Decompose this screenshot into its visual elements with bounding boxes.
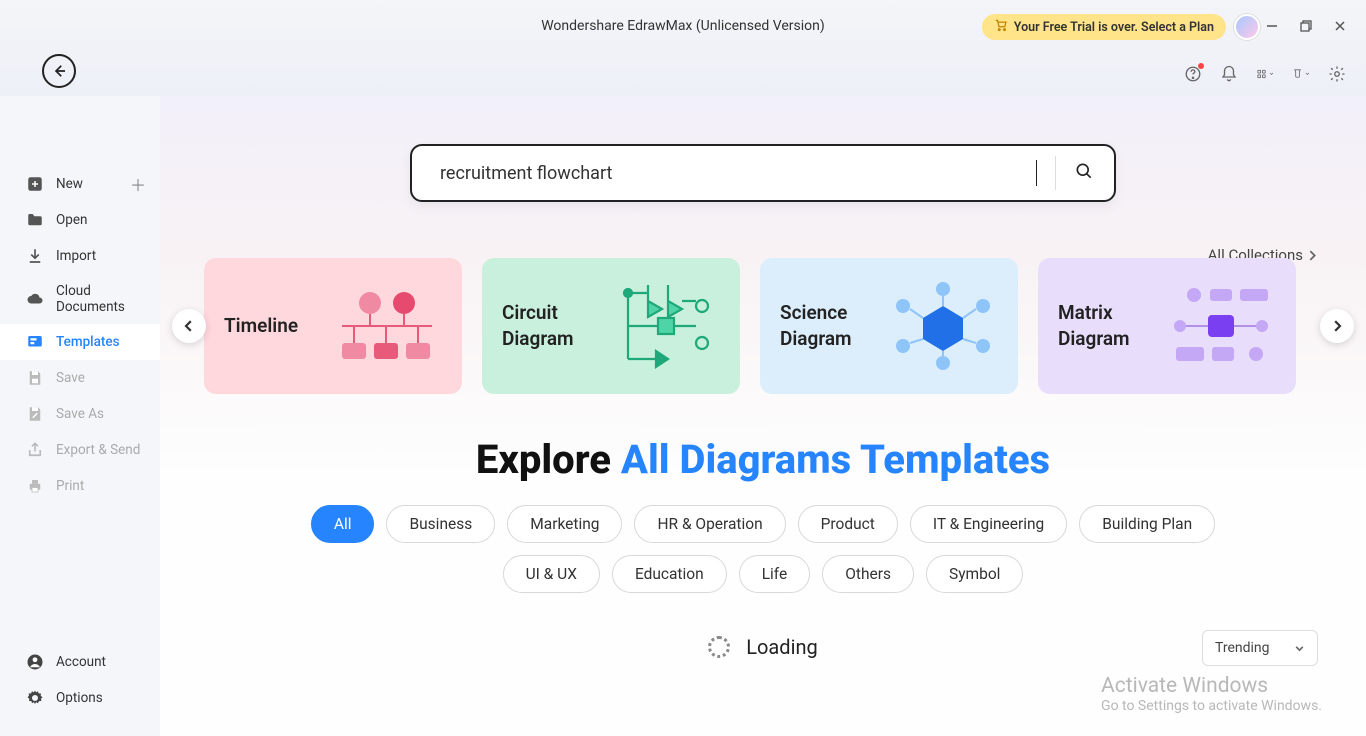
category-card-matrix-diagram[interactable]: MatrixDiagram — [1038, 258, 1296, 394]
sidebar-item-label: Account — [56, 654, 106, 670]
filter-pill-education[interactable]: Education — [612, 555, 727, 593]
save-as-icon — [26, 405, 44, 423]
sidebar-item-open[interactable]: Open — [0, 202, 160, 238]
category-card-circuit-diagram[interactable]: CircuitDiagram — [482, 258, 740, 394]
card-label: MatrixDiagram — [1058, 300, 1130, 351]
window-controls — [1254, 0, 1358, 52]
filter-pill-life[interactable]: Life — [739, 555, 811, 593]
sidebar-item-templates[interactable]: Templates — [0, 324, 160, 360]
sidebar-item-label: Export & Send — [56, 442, 140, 458]
sort-dropdown[interactable]: Trending — [1202, 630, 1318, 666]
category-card-science-diagram[interactable]: ScienceDiagram — [760, 258, 1018, 394]
sidebar-item-label: Save — [56, 370, 85, 386]
card-label: CircuitDiagram — [502, 300, 574, 351]
cards-next-button[interactable] — [1320, 309, 1354, 343]
sidebar-item-cloud-documents[interactable]: Cloud Documents — [0, 274, 160, 324]
sidebar-item-save: Save — [0, 360, 160, 396]
export-icon — [26, 441, 44, 459]
explore-accent: All Diagrams Templates — [621, 436, 1050, 483]
card-art-icon — [610, 281, 720, 371]
close-button[interactable] — [1332, 18, 1348, 34]
sidebar-item-options[interactable]: Options — [0, 680, 160, 716]
explore-heading: Explore All Diagrams Templates — [160, 436, 1366, 483]
plus-icon[interactable]: ＋ — [130, 172, 146, 196]
search-button[interactable] — [1074, 161, 1094, 185]
window-title: Wondershare EdrawMax (Unlicensed Version… — [541, 18, 825, 34]
back-button[interactable] — [42, 54, 76, 88]
watermark-line1: Activate Windows — [1101, 674, 1322, 698]
filter-pill-ui-ux[interactable]: UI & UX — [503, 555, 600, 593]
filter-pill-others[interactable]: Others — [822, 555, 914, 593]
trial-banner[interactable]: Your Free Trial is over. Select a Plan — [982, 14, 1226, 40]
explore-prefix: Explore — [476, 436, 621, 483]
account-icon — [26, 653, 44, 671]
notification-dot — [1198, 63, 1204, 69]
gear-icon — [26, 689, 44, 707]
filter-pill-it-engineering[interactable]: IT & Engineering — [910, 505, 1067, 543]
sidebar-item-label: Cloud Documents — [56, 283, 146, 315]
card-art-icon — [332, 281, 442, 371]
help-icon[interactable] — [1184, 65, 1202, 83]
sidebar-item-label: Print — [56, 478, 84, 494]
sidebar-item-label: New — [56, 176, 83, 192]
secondary-toolbar — [0, 52, 1366, 96]
apps-icon[interactable] — [1256, 65, 1274, 83]
watermark-line2: Go to Settings to activate Windows. — [1101, 698, 1322, 714]
titlebar: Wondershare EdrawMax (Unlicensed Version… — [0, 0, 1366, 52]
sidebar-item-label: Import — [56, 248, 96, 264]
category-card-timeline[interactable]: Timeline — [204, 258, 462, 394]
sidebar-item-import[interactable]: Import — [0, 238, 160, 274]
cart-icon — [994, 18, 1008, 36]
search-input[interactable] — [440, 163, 1038, 184]
filter-pill-all[interactable]: All — [311, 505, 375, 543]
theme-icon[interactable] — [1292, 65, 1310, 83]
minimize-button[interactable] — [1264, 18, 1280, 34]
sidebar-item-print: Print — [0, 468, 160, 504]
filter-pill-product[interactable]: Product — [798, 505, 898, 543]
card-art-icon — [888, 281, 998, 371]
bell-icon[interactable] — [1220, 65, 1238, 83]
windows-watermark: Activate Windows Go to Settings to activ… — [1101, 674, 1322, 714]
cloud-icon — [26, 290, 44, 308]
loading-text: Loading — [746, 635, 817, 659]
loading-indicator: Loading — [160, 635, 1366, 659]
cards-prev-button[interactable] — [172, 309, 206, 343]
settings-icon[interactable] — [1328, 65, 1346, 83]
sidebar-item-label: Templates — [56, 334, 120, 350]
chevron-down-icon — [1294, 643, 1305, 654]
filter-pill-business[interactable]: Business — [386, 505, 495, 543]
sort-selected-label: Trending — [1215, 640, 1270, 656]
search-box — [410, 144, 1116, 202]
card-label: ScienceDiagram — [780, 300, 852, 351]
plus-square-icon — [26, 175, 44, 193]
card-art-icon — [1166, 281, 1276, 371]
sidebar-item-new[interactable]: New ＋ — [0, 166, 160, 202]
sidebar-item-label: Save As — [56, 406, 104, 422]
filter-pill-building-plan[interactable]: Building Plan — [1079, 505, 1215, 543]
divider — [1055, 156, 1056, 190]
cursor-caret — [1036, 160, 1037, 186]
download-icon — [26, 247, 44, 265]
maximize-button[interactable] — [1298, 18, 1314, 34]
sidebar-item-label: Options — [56, 690, 103, 706]
main-area: All Collections TimelineCircuitDiagramSc… — [160, 96, 1366, 736]
card-label: Timeline — [224, 313, 298, 339]
sidebar-item-label: Open — [56, 212, 87, 228]
print-icon — [26, 477, 44, 495]
folder-icon — [26, 211, 44, 229]
filter-pills: All Business Marketing HR & Operation Produc… — [160, 505, 1366, 593]
trial-text: Your Free Trial is over. Select a Plan — [1014, 20, 1214, 35]
sidebar-item-account[interactable]: Account — [0, 644, 160, 680]
filter-pill-hr-operation[interactable]: HR & Operation — [634, 505, 785, 543]
category-cards-row: Timeline CircuitDiagram ScienceDiagram Matr… — [160, 258, 1366, 394]
sidebar: New ＋ Open Import Cloud Documents Templates Sa… — [0, 96, 160, 736]
save-icon — [26, 369, 44, 387]
sidebar-item-export-send: Export & Send — [0, 432, 160, 468]
filter-pill-marketing[interactable]: Marketing — [507, 505, 622, 543]
spinner-icon — [708, 636, 730, 658]
sidebar-item-save-as: Save As — [0, 396, 160, 432]
templates-icon — [26, 333, 44, 351]
filter-pill-symbol[interactable]: Symbol — [926, 555, 1023, 593]
